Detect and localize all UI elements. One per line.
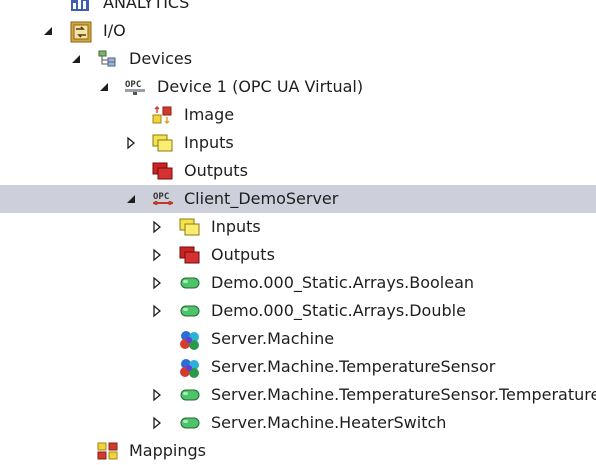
mappings-icon	[97, 441, 118, 461]
tree-item-label: Outputs	[184, 161, 248, 180]
tree-item-label: Client_DemoServer	[184, 189, 339, 208]
collapsed-arrow-icon[interactable]	[150, 304, 164, 318]
tree-item-label: Inputs	[184, 133, 234, 152]
tree-item-label: Image	[184, 105, 235, 124]
outputs-icon	[179, 245, 200, 265]
inputs-icon	[152, 133, 173, 153]
solution-tree: ANALYTICS I/O Devices OPC Device 1 (OPC UA V…	[0, 0, 596, 460]
variable-icon	[179, 413, 200, 433]
collapsed-arrow-icon[interactable]	[150, 276, 164, 290]
tree-item-image[interactable]: Image	[0, 101, 596, 129]
tree-item-heater[interactable]: Server.Machine.HeaterSwitch	[0, 409, 596, 437]
svg-text:OPC: OPC	[153, 192, 169, 202]
tree-item-label: Server.Machine	[211, 329, 335, 348]
tree-item-inputs[interactable]: Inputs	[0, 129, 596, 157]
opc-client-icon: OPC	[152, 189, 173, 209]
object-icon	[179, 357, 199, 378]
collapsed-arrow-icon[interactable]	[124, 136, 138, 150]
tree-item-devices[interactable]: Devices	[0, 45, 596, 73]
tree-item-label: Outputs	[211, 245, 275, 264]
tree-item-label: Server.Machine.HeaterSwitch	[211, 413, 447, 432]
opc-device-icon: OPC	[124, 77, 145, 97]
variable-icon	[179, 273, 200, 293]
tree-item-label: Server.Machine.TemperatureSensor	[211, 357, 496, 376]
tree-item-client-outputs[interactable]: Outputs	[0, 241, 596, 269]
tree-item-label: Demo.000_Static.Arrays.Double	[211, 301, 466, 320]
tree-item-outputs[interactable]: Outputs	[0, 157, 596, 185]
analytics-icon	[70, 0, 90, 13]
variable-icon	[179, 385, 200, 405]
tree-item-analytics[interactable]: ANALYTICS	[0, 0, 596, 17]
tree-item-temp-sensor[interactable]: Server.Machine.TemperatureSensor	[0, 353, 596, 381]
tree-item-label: Mappings	[129, 441, 206, 460]
tree-item-label: Demo.000_Static.Arrays.Boolean	[211, 273, 475, 292]
tree-item-mappings[interactable]: Mappings	[0, 437, 596, 465]
tree-item-label: Devices	[129, 49, 193, 68]
outputs-icon	[152, 161, 173, 181]
tree-item-temp-value[interactable]: Server.Machine.TemperatureSensor.Tempera…	[0, 381, 596, 409]
collapsed-arrow-icon[interactable]	[150, 220, 164, 234]
inputs-icon	[179, 217, 200, 237]
collapsed-arrow-icon[interactable]	[150, 248, 164, 262]
expanded-arrow-icon[interactable]	[41, 24, 55, 38]
tree-item-label: I/O	[103, 21, 126, 40]
tree-item-label: Server.Machine.TemperatureSensor.Tempera…	[211, 385, 596, 404]
expanded-arrow-icon[interactable]	[97, 80, 111, 94]
tree-item-client-inputs[interactable]: Inputs	[0, 213, 596, 241]
tree-item-client[interactable]: OPC Client_DemoServer	[0, 185, 596, 213]
object-icon	[179, 329, 199, 350]
expanded-arrow-icon[interactable]	[124, 192, 138, 206]
collapsed-arrow-icon[interactable]	[150, 416, 164, 430]
tree-item-label: Device 1 (OPC UA Virtual)	[157, 77, 364, 96]
svg-text:OPC: OPC	[125, 80, 141, 90]
io-icon	[70, 21, 92, 43]
tree-item-label: Inputs	[211, 217, 261, 236]
tree-item-arr-double[interactable]: Demo.000_Static.Arrays.Double	[0, 297, 596, 325]
tree-item-label: ANALYTICS	[103, 0, 190, 12]
expanded-arrow-icon[interactable]	[69, 52, 83, 66]
tree-item-arr-bool[interactable]: Demo.000_Static.Arrays.Boolean	[0, 269, 596, 297]
collapsed-arrow-icon[interactable]	[150, 388, 164, 402]
variable-icon	[179, 301, 200, 321]
tree-item-device1[interactable]: OPC Device 1 (OPC UA Virtual)	[0, 73, 596, 101]
tree-item-machine[interactable]: Server.Machine	[0, 325, 596, 353]
devices-icon	[97, 49, 117, 69]
tree-item-io[interactable]: I/O	[0, 17, 596, 45]
image-icon	[152, 105, 172, 125]
